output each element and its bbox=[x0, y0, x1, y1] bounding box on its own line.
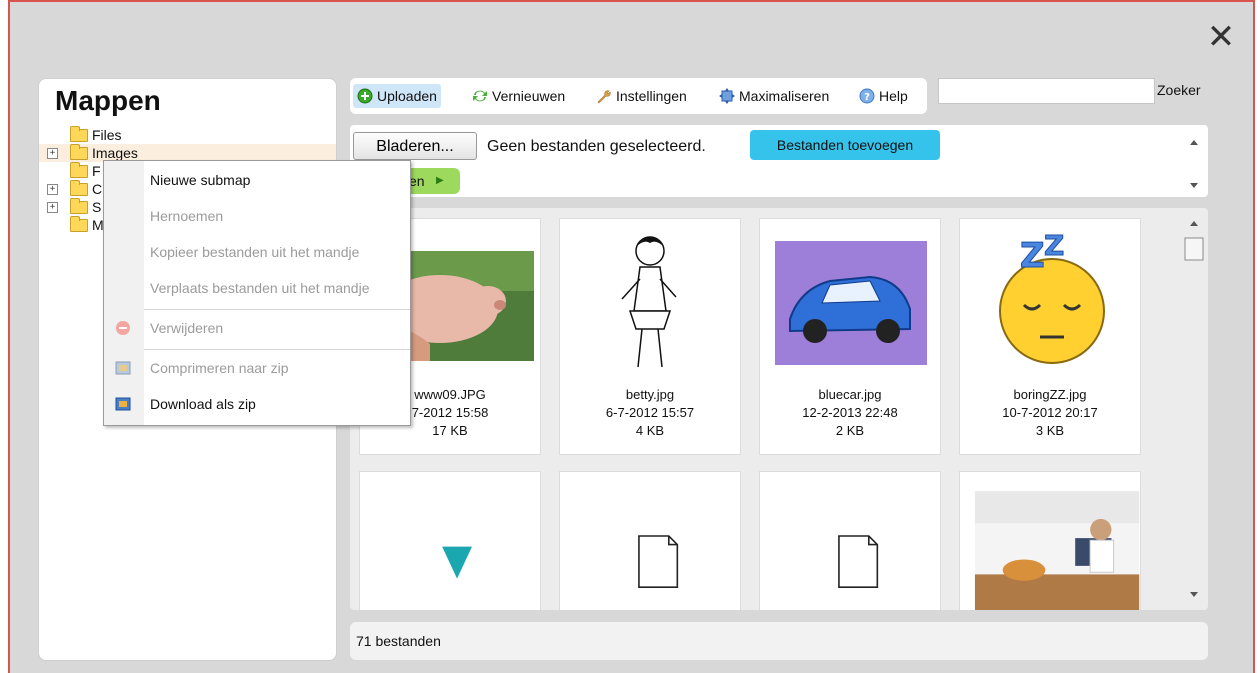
upload-start-label: en bbox=[409, 173, 425, 189]
folder-icon bbox=[70, 162, 88, 178]
file-date: 12-2-2013 22:48 bbox=[802, 405, 898, 420]
menu-item-label: Hernoemen bbox=[150, 208, 224, 224]
upload-panel: Bladeren... Geen bestanden geselecteerd.… bbox=[350, 125, 1208, 197]
file-size: 4 KB bbox=[635, 423, 665, 438]
help-label: Help bbox=[879, 88, 908, 104]
file-card[interactable]: Z Z boringZZ.jpg 10-7-2012 20:17 3 KB bbox=[959, 218, 1141, 455]
maximize-button[interactable]: Maximaliseren bbox=[715, 84, 829, 108]
bluecar-thumbnail bbox=[775, 241, 927, 365]
tree-item-label: C bbox=[92, 181, 103, 197]
folder-icon bbox=[70, 144, 88, 160]
svg-text:Z: Z bbox=[1044, 229, 1064, 262]
menu-item-rename[interactable]: Hernoemen bbox=[104, 199, 410, 233]
file-name: boringZZ.jpg bbox=[1013, 387, 1087, 402]
tree-item-label: F bbox=[92, 163, 101, 179]
menu-item-download-zip[interactable]: Download als zip bbox=[104, 387, 410, 421]
menu-item-new-subfolder[interactable]: Nieuwe submap bbox=[104, 163, 410, 197]
close-icon[interactable]: ✕ bbox=[1206, 20, 1236, 54]
refresh-icon bbox=[473, 90, 487, 102]
delete-icon bbox=[116, 321, 130, 335]
file-card[interactable] bbox=[359, 471, 541, 610]
wrench-icon bbox=[597, 90, 611, 104]
folder-icon bbox=[70, 216, 88, 232]
tree-item-label: Files bbox=[92, 127, 122, 143]
play-arrow-icon: ▶ bbox=[436, 175, 444, 186]
file-name: bluecar.jpg bbox=[818, 387, 882, 402]
tree-item-files[interactable]: Files bbox=[39, 126, 336, 144]
upload-label: Uploaden bbox=[377, 88, 437, 104]
menu-separator bbox=[144, 309, 410, 310]
menu-item-label: Verplaats bestanden uit het mandje bbox=[150, 280, 370, 296]
menu-separator bbox=[144, 349, 410, 350]
menu-item-delete[interactable]: Verwijderen bbox=[104, 311, 410, 345]
status-bar: 71 bestanden bbox=[350, 622, 1208, 660]
maximize-icon bbox=[719, 88, 735, 104]
menu-item-compress-zip[interactable]: Comprimeren naar zip bbox=[104, 351, 410, 385]
menu-item-copy-from-basket[interactable]: Kopieer bestanden uit het mandje bbox=[104, 235, 410, 269]
settings-button[interactable]: Instellingen bbox=[592, 84, 687, 108]
betty-thumbnail bbox=[621, 236, 677, 368]
folder-icon bbox=[70, 198, 88, 214]
menu-item-label: Kopieer bestanden uit het mandje bbox=[150, 244, 360, 260]
tree-item-label: S bbox=[92, 199, 102, 215]
sleeping-face-thumbnail: Z Z bbox=[999, 229, 1105, 364]
file-name: betty.jpg bbox=[625, 387, 675, 402]
zip-icon bbox=[115, 361, 131, 375]
refresh-label: Vernieuwen bbox=[492, 88, 566, 104]
no-files-text: Geen bestanden geselecteerd. bbox=[487, 138, 706, 155]
upload-icon bbox=[357, 88, 373, 104]
maximize-label: Maximaliseren bbox=[739, 88, 830, 104]
expand-icon[interactable]: + bbox=[47, 202, 58, 213]
svg-text:?: ? bbox=[864, 92, 870, 103]
settings-label: Instellingen bbox=[616, 88, 687, 104]
menu-item-label: Verwijderen bbox=[150, 320, 224, 336]
svg-text:Z: Z bbox=[1020, 236, 1045, 276]
search-button[interactable]: Zoeker bbox=[1157, 82, 1201, 98]
scrollbar-icon bbox=[1184, 221, 1204, 597]
refresh-button[interactable]: Vernieuwen bbox=[468, 84, 565, 108]
file-card[interactable]: bluecar.jpg 12-2-2013 22:48 2 KB bbox=[759, 218, 941, 455]
file-grid-scrollbar[interactable] bbox=[1182, 210, 1206, 608]
file-card[interactable] bbox=[959, 471, 1141, 610]
upload-button[interactable]: Uploaden bbox=[353, 84, 441, 108]
expand-icon[interactable]: + bbox=[47, 148, 58, 159]
triangle-down-icon bbox=[442, 546, 472, 579]
document-icon bbox=[638, 535, 679, 588]
folder-icon bbox=[70, 126, 88, 142]
context-menu: Nieuwe submap Hernoemen Kopieer bestande… bbox=[103, 160, 411, 426]
folder-icon bbox=[70, 180, 88, 196]
zip-download-icon bbox=[115, 397, 131, 411]
menu-item-label: Download als zip bbox=[150, 396, 256, 412]
file-size: 3 KB bbox=[1035, 423, 1065, 438]
file-card[interactable] bbox=[759, 471, 941, 610]
scroll-arrows-icon bbox=[1190, 140, 1198, 188]
toolbar: Uploaden Vernieuwen Instellingen Maximal… bbox=[350, 78, 927, 114]
add-files-button[interactable]: Bestanden toevoegen bbox=[750, 130, 940, 160]
file-count: 71 bestanden bbox=[356, 633, 441, 649]
menu-item-label: Nieuwe submap bbox=[150, 172, 251, 188]
document-icon bbox=[838, 535, 879, 588]
menu-item-move-from-basket[interactable]: Verplaats bestanden uit het mandje bbox=[104, 271, 410, 305]
file-card[interactable]: betty.jpg 6-7-2012 15:57 4 KB bbox=[559, 218, 741, 455]
search-input[interactable] bbox=[938, 78, 1155, 104]
help-button[interactable]: ? Help bbox=[855, 84, 908, 108]
expand-icon[interactable]: + bbox=[47, 184, 58, 195]
file-grid: www09.JPG 7-2012 15:58 17 KB betty.jpg 6… bbox=[350, 208, 1208, 610]
menu-item-label: Comprimeren naar zip bbox=[150, 360, 289, 376]
file-date: 10-7-2012 20:17 bbox=[1002, 405, 1098, 420]
file-size: 2 KB bbox=[835, 423, 865, 438]
upload-scrollbar[interactable] bbox=[1184, 127, 1204, 195]
help-icon: ? bbox=[859, 88, 875, 104]
office-cat-thumbnail bbox=[974, 491, 1140, 610]
tree-item-label: M bbox=[92, 217, 104, 233]
folders-title: Mappen bbox=[55, 85, 161, 116]
browse-button[interactable]: Bladeren... bbox=[353, 132, 477, 160]
file-date: 6-7-2012 15:57 bbox=[605, 405, 695, 420]
file-card[interactable] bbox=[559, 471, 741, 610]
